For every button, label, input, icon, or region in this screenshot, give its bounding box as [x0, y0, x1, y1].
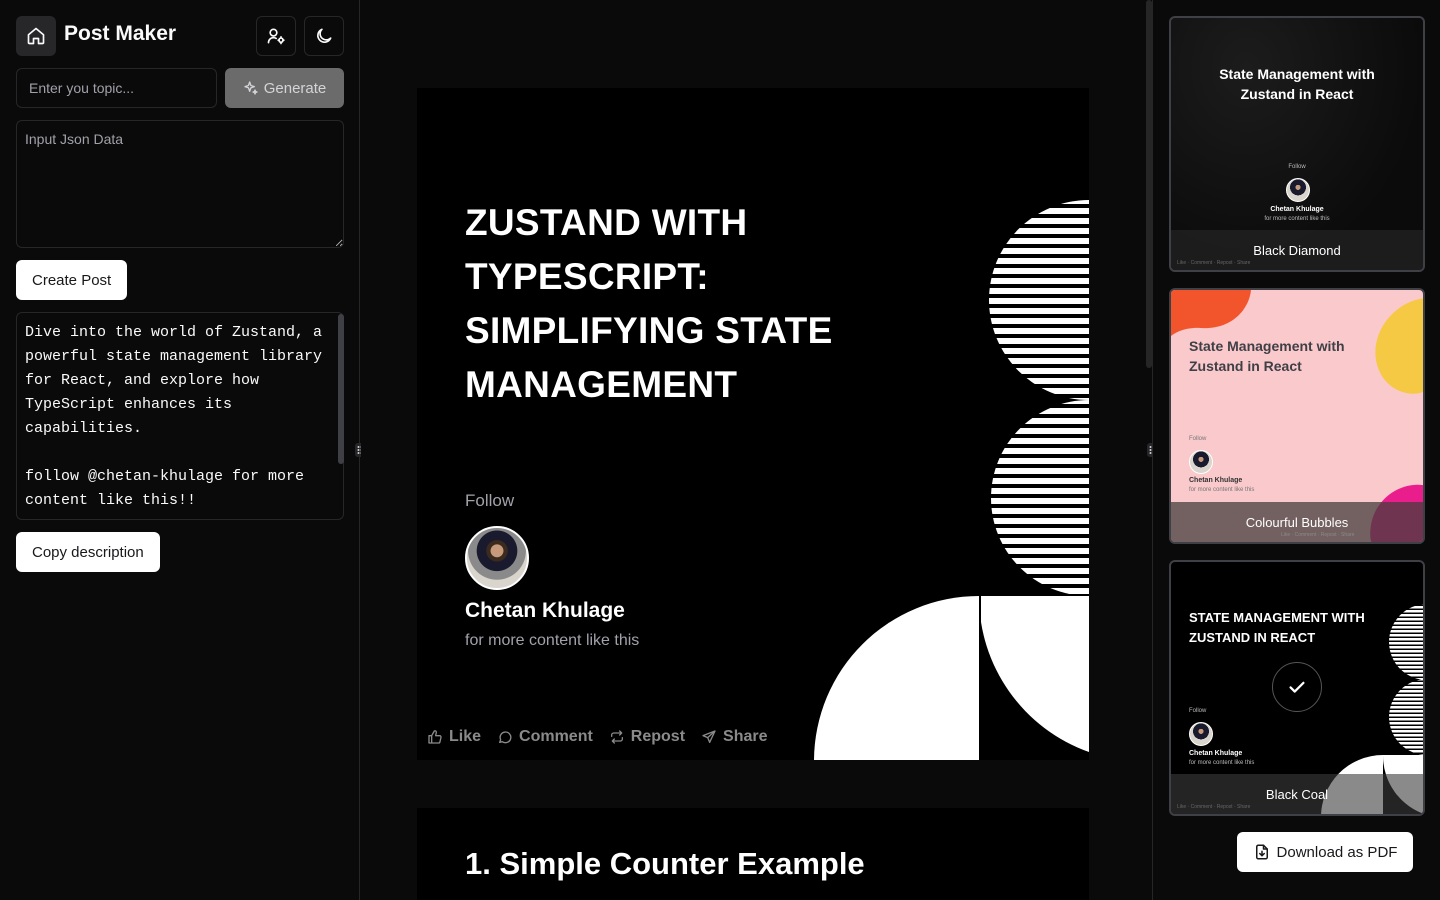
- user-settings-button[interactable]: [256, 16, 296, 56]
- slide-2-title: 1. Simple Counter Example: [465, 846, 865, 881]
- comment-icon: [499, 731, 512, 744]
- template-sidebar: State Management with Zustand in React F…: [1152, 0, 1440, 900]
- template-follow: Follow: [1288, 164, 1306, 170]
- template-card-black-diamond[interactable]: State Management with Zustand in React F…: [1169, 16, 1425, 272]
- like-action: Like: [427, 728, 481, 746]
- user-gear-icon: [267, 28, 285, 45]
- template-label: Black Diamond: [1253, 242, 1341, 258]
- template-author: Chetan Khulage: [1189, 750, 1243, 757]
- post-slide: Zustand with TypeScript: Simplifying Sta…: [417, 88, 1089, 760]
- file-download-icon: [1255, 844, 1268, 860]
- description-scrollbar[interactable]: [338, 314, 344, 464]
- follow-label: Follow: [465, 491, 515, 510]
- template-author-sub: for more content like this: [1189, 487, 1255, 493]
- post-actions: Like Comment Repost Share: [427, 728, 768, 746]
- template-follow: Follow: [1189, 436, 1207, 442]
- thumbs-up-icon: [428, 730, 442, 744]
- template-title: State Management with Zustand in React: [1219, 66, 1375, 102]
- json-data-textarea[interactable]: [16, 120, 344, 248]
- template-actions: Like · Comment · Repost · Share: [1177, 804, 1251, 810]
- home-icon: [27, 27, 45, 45]
- like-label: Like: [449, 728, 482, 745]
- template-title: State Management with Zustand in React: [1189, 338, 1345, 374]
- description-box[interactable]: Dive into the world of Zustand, a powerf…: [16, 312, 344, 520]
- moon-icon: [317, 28, 332, 43]
- sparkles-icon: [244, 81, 258, 95]
- generate-button[interactable]: Generate: [225, 68, 344, 108]
- author-subtitle: for more content like this: [465, 632, 640, 649]
- check-icon: [1289, 681, 1305, 693]
- download-pdf-button[interactable]: Download as PDF: [1237, 832, 1413, 872]
- send-icon: [702, 730, 716, 743]
- selected-indicator: [1272, 662, 1322, 712]
- template-actions: Like · Comment · Repost · Share: [1177, 260, 1251, 266]
- copy-description-button[interactable]: Copy description: [16, 532, 160, 572]
- template-card-colourful-bubbles[interactable]: State Management with Zustand in React F…: [1169, 288, 1425, 544]
- theme-toggle-button[interactable]: [304, 16, 344, 56]
- template-avatar: [1286, 178, 1310, 202]
- app-root: Post Maker Generate Create Post Dive int…: [0, 0, 1440, 900]
- repost-icon: [610, 730, 623, 744]
- geometric-decoration: [814, 200, 1089, 760]
- template-follow: Follow: [1189, 708, 1207, 714]
- post-slide-2: 1. Simple Counter Example: [417, 808, 1089, 900]
- template-label: Black Coal: [1265, 786, 1329, 802]
- comment-action: Comment: [497, 728, 593, 746]
- template-actions: Like · Comment · Repost · Share: [1281, 532, 1355, 538]
- generate-label: Generate: [263, 79, 327, 97]
- topic-input[interactable]: [16, 68, 217, 108]
- create-post-button[interactable]: Create Post: [16, 260, 128, 300]
- share-label: Share: [723, 728, 768, 745]
- author-avatar: [465, 526, 529, 590]
- left-sidebar: Post Maker Generate Create Post Dive int…: [0, 0, 360, 900]
- author-name: Chetan Khulage: [465, 599, 625, 622]
- template-author-sub: for more content like this: [1264, 216, 1330, 222]
- template-card-black-coal[interactable]: STATE MANAGEMENT WITH ZUSTAND IN REACT F…: [1169, 560, 1425, 816]
- template-author: Chetan Khulage: [1189, 477, 1243, 484]
- repost-action: Repost: [609, 728, 685, 746]
- template-label: Colourful Bubbles: [1245, 514, 1349, 530]
- share-action: Share: [701, 728, 768, 746]
- template-title: STATE MANAGEMENT WITH ZUSTAND IN REACT: [1189, 610, 1365, 645]
- template-author: Chetan Khulage: [1270, 206, 1324, 213]
- template-avatar: [1189, 722, 1213, 746]
- slide-title: Zustand with TypeScript: Simplifying Sta…: [465, 202, 833, 405]
- home-button[interactable]: [16, 16, 56, 56]
- repost-label: Repost: [630, 728, 686, 745]
- comment-label: Comment: [519, 728, 593, 745]
- preview-area: Zustand with TypeScript: Simplifying Sta…: [361, 0, 1151, 900]
- template-avatar: [1189, 450, 1213, 474]
- template-author-sub: for more content like this: [1189, 760, 1255, 766]
- app-title: Post Maker: [64, 22, 177, 45]
- download-label: Download as PDF: [1276, 843, 1398, 861]
